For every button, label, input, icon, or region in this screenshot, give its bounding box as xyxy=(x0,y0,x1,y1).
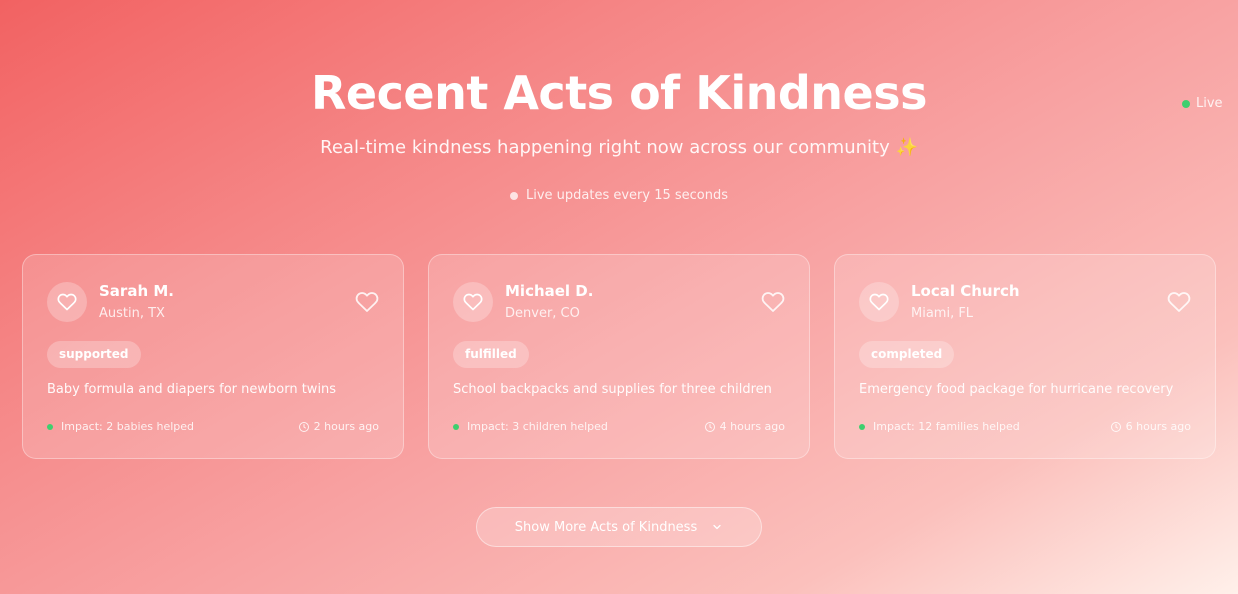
update-note-label: Live updates every 15 seconds xyxy=(525,188,729,203)
chevron-down-icon xyxy=(713,524,721,530)
impact-label: Impact: 2 babies helped xyxy=(61,420,195,433)
donor-name: Local Church xyxy=(911,282,1020,300)
timestamp: 2 hours ago xyxy=(298,420,379,433)
status-badge: fulfilled xyxy=(453,341,529,368)
impact-label: Impact: 3 children helped xyxy=(467,420,608,433)
impact-dot-icon xyxy=(453,423,459,430)
kindness-card: Michael D. Denver, CO fulfilled School b… xyxy=(428,254,810,459)
heart-icon xyxy=(859,282,899,322)
donor-location: Austin, TX xyxy=(99,306,165,321)
heart-outline-icon[interactable] xyxy=(761,290,785,314)
update-dot-icon xyxy=(509,191,518,200)
heart-icon xyxy=(47,282,87,322)
act-description: School backpacks and supplies for three … xyxy=(453,382,772,397)
impact-dot-icon xyxy=(859,423,865,430)
show-more-button[interactable]: Show More Acts of Kindness xyxy=(476,507,762,547)
impact: Impact: 2 babies helped xyxy=(47,420,194,433)
heart-outline-icon[interactable] xyxy=(1167,290,1191,314)
timestamp: 6 hours ago xyxy=(1110,420,1191,433)
clock-icon xyxy=(1110,421,1121,432)
page-subtitle: Real-time kindness happening right now a… xyxy=(320,137,918,158)
impact: Impact: 12 families helped xyxy=(859,420,1020,433)
kindness-card: Sarah M. Austin, TX supported Baby formu… xyxy=(22,254,404,459)
act-description: Emergency food package for hurricane rec… xyxy=(859,382,1174,397)
act-description: Baby formula and diapers for newborn twi… xyxy=(47,382,337,397)
donor-location: Denver, CO xyxy=(505,306,580,321)
timestamp: 4 hours ago xyxy=(704,420,785,433)
donor-name: Sarah M. xyxy=(99,282,174,300)
status-badge: completed xyxy=(859,341,955,368)
heart-outline-icon[interactable] xyxy=(355,290,379,314)
timestamp-label: 4 hours ago xyxy=(719,420,785,433)
show-more-label: Show More Acts of Kindness xyxy=(514,519,698,535)
kindness-card-list: Sarah M. Austin, TX supported Baby formu… xyxy=(22,254,1216,459)
donor-location: Miami, FL xyxy=(911,306,974,321)
kindness-card: Local Church Miami, FL completed Emergen… xyxy=(834,254,1216,459)
impact: Impact: 3 children helped xyxy=(453,420,608,433)
heart-icon xyxy=(453,282,493,322)
timestamp-label: 2 hours ago xyxy=(313,420,379,433)
update-note: Live updates every 15 seconds xyxy=(0,188,1238,203)
impact-dot-icon xyxy=(47,423,53,430)
donor-name: Michael D. xyxy=(505,282,594,300)
clock-icon xyxy=(704,421,715,432)
page-title: Recent Acts of Kindness xyxy=(310,66,928,120)
clock-icon xyxy=(298,421,309,432)
timestamp-label: 6 hours ago xyxy=(1125,420,1191,433)
status-badge: supported xyxy=(47,341,141,368)
impact-label: Impact: 12 families helped xyxy=(873,420,1020,433)
